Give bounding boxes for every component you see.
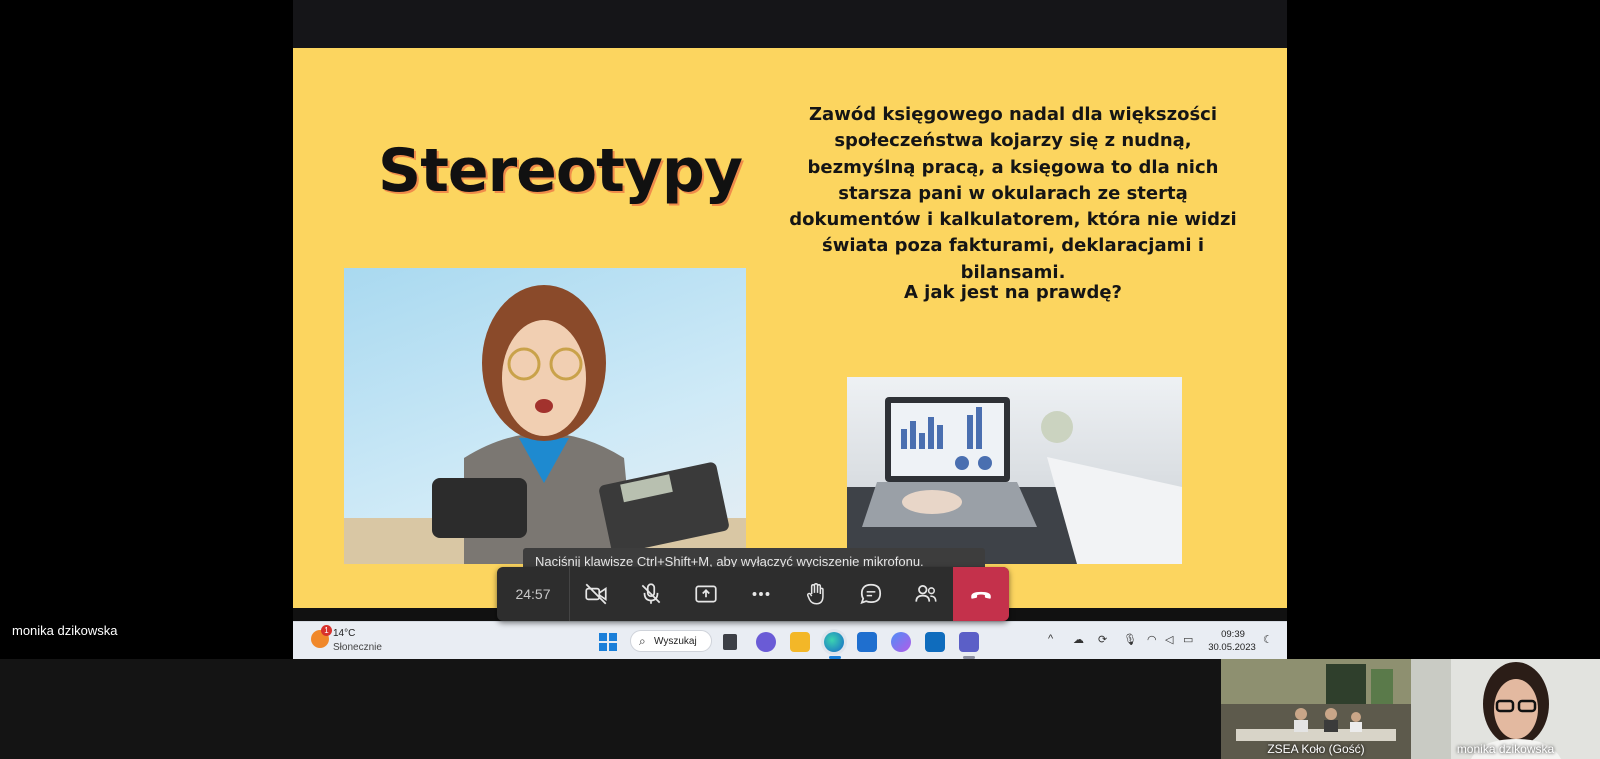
outlook-icon[interactable] (925, 632, 945, 652)
participant-name: ZSEA Koło (Gość) (1267, 742, 1365, 756)
weather-badge: 1 (321, 625, 332, 636)
edge-icon[interactable] (824, 632, 844, 652)
taskbar-time[interactable]: 09:39 (1209, 629, 1257, 640)
slide-question: A jak jest na prawdę? (903, 282, 1122, 303)
volume-icon[interactable]: ◁ (1165, 633, 1173, 646)
mic-off-icon (641, 583, 661, 604)
moon-icon[interactable]: ☾ (1263, 633, 1273, 646)
mic-toggle-button[interactable] (624, 567, 678, 621)
taskbar-date[interactable]: 30.05.2023 (1207, 642, 1257, 653)
camera-toggle-button[interactable] (569, 567, 623, 621)
search-label: Wyszukaj (654, 636, 697, 647)
presentation-slide: Stereotypy Zawód księgowego nadal dla wi… (293, 48, 1287, 608)
windows-taskbar: 1 14°C Słonecznie ⌕ Wyszukaj ^ ☁ ⟳ 🎙 ◠ ◁… (293, 621, 1287, 659)
battery-icon[interactable]: ▭ (1183, 633, 1193, 646)
chat-button[interactable] (844, 567, 898, 621)
raise-hand-icon (806, 582, 824, 605)
share-screen-button[interactable] (679, 567, 733, 621)
sync-icon[interactable]: ⟳ (1098, 633, 1107, 646)
start-icon[interactable] (599, 633, 617, 651)
microphone-icon[interactable]: 🎙 (1123, 633, 1137, 646)
leave-call-button[interactable] (953, 567, 1009, 621)
store-icon[interactable] (857, 632, 877, 652)
participant-name: monika dzikowska (1456, 742, 1555, 756)
copilot-icon[interactable] (891, 632, 911, 652)
laptop-charts-photo (847, 377, 1182, 564)
share-screen-icon (695, 585, 717, 603)
more-icon (752, 592, 770, 596)
taskbar-search[interactable]: ⌕ Wyszukaj (630, 630, 712, 652)
participant-tile-self[interactable]: monika dzikowska (1411, 659, 1600, 759)
participants-button[interactable] (899, 567, 953, 621)
search-icon: ⌕ (639, 634, 646, 648)
people-icon (915, 585, 937, 602)
teams-chat-icon[interactable] (756, 632, 776, 652)
slide-title: Stereotypy (378, 136, 743, 206)
chevron-up-icon[interactable]: ^ (1048, 633, 1053, 645)
camera-off-icon (585, 583, 607, 605)
slide-body-text: Zawód księgowego nadal dla większości sp… (789, 104, 1237, 283)
accountant-stereotype-photo (344, 268, 746, 564)
weather-temperature[interactable]: 14°C (333, 628, 355, 639)
more-options-button[interactable] (734, 567, 788, 621)
screen-top-bar (293, 0, 1287, 48)
weather-condition[interactable]: Słonecznie (333, 642, 382, 653)
onedrive-icon[interactable]: ☁ (1073, 633, 1084, 646)
file-explorer-icon[interactable] (790, 632, 810, 652)
raise-hand-button[interactable] (789, 567, 843, 621)
wifi-icon[interactable]: ◠ (1147, 633, 1157, 646)
teams-icon[interactable] (959, 632, 979, 652)
task-view-icon[interactable] (723, 634, 737, 650)
chat-icon (860, 583, 882, 605)
hang-up-icon (971, 591, 991, 599)
meeting-timer: 24:57 (497, 567, 570, 621)
presenter-name-label: monika dzikowska (12, 623, 118, 638)
participant-tile-room[interactable]: ZSEA Koło (Gość) (1221, 659, 1411, 759)
meeting-control-bar: 24:57 (497, 567, 1009, 621)
